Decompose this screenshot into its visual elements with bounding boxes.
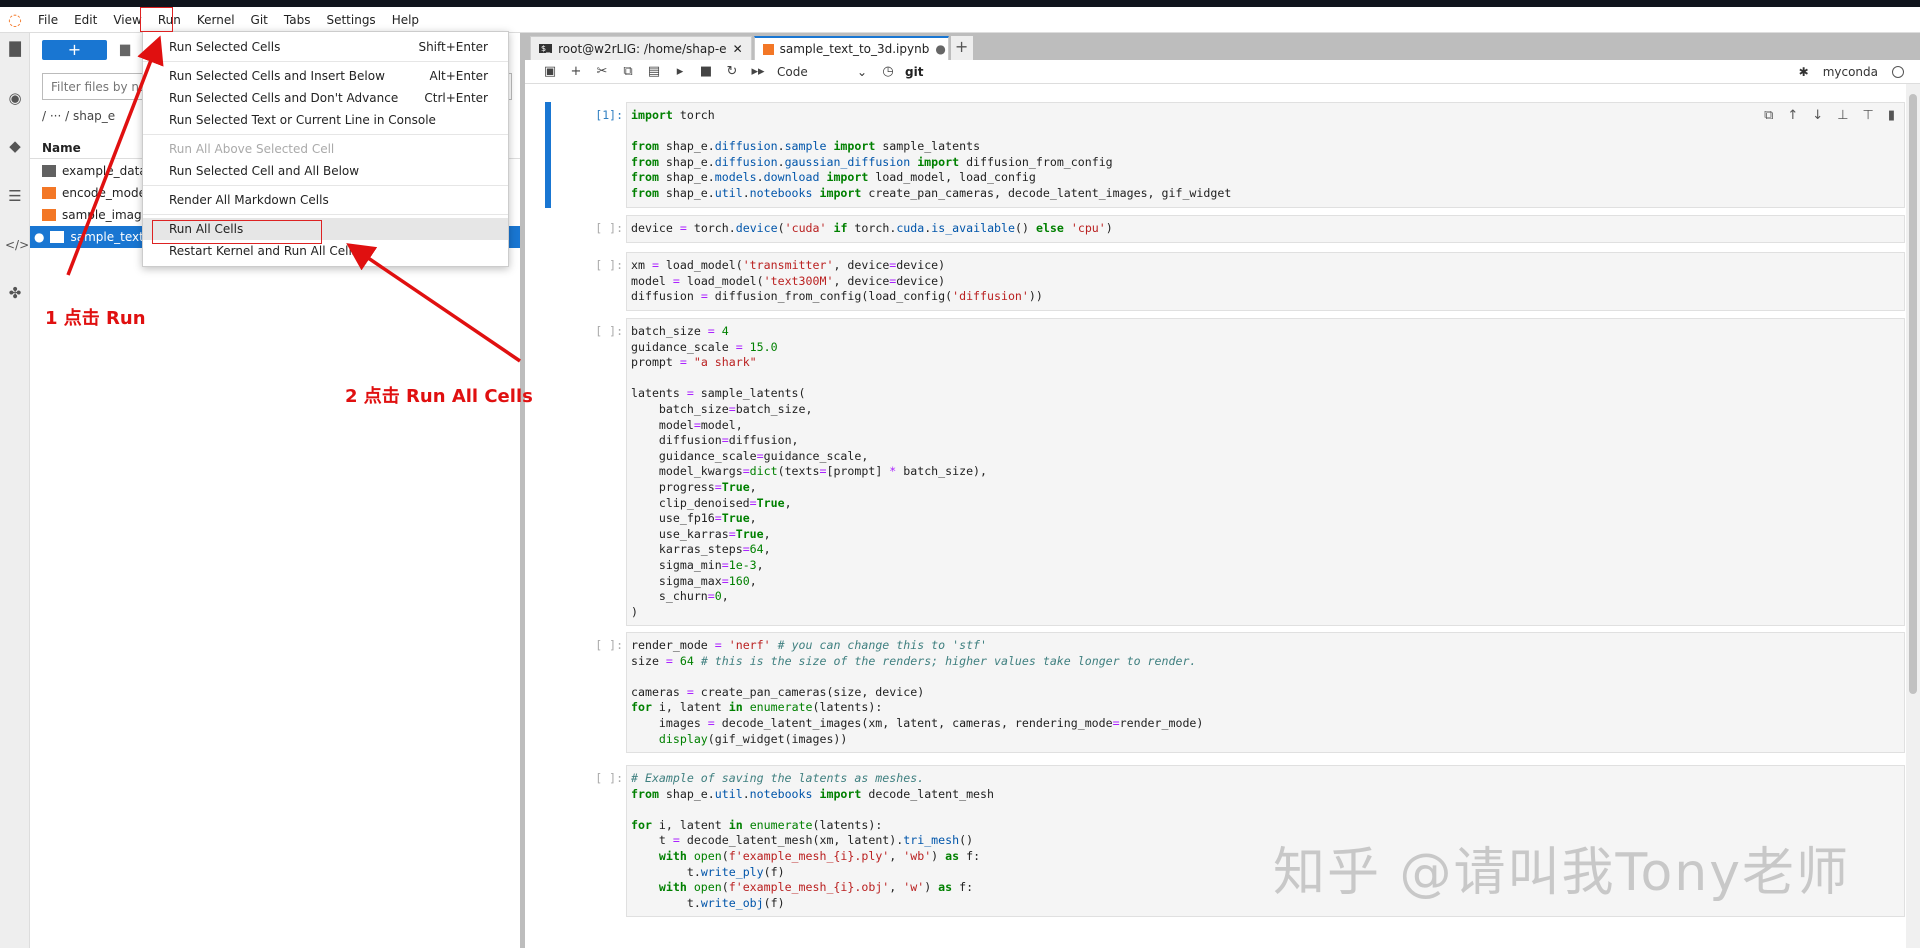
annotation-arrows <box>66 35 521 363</box>
annotation-step2: 2 点击 Run All Cells <box>345 386 533 407</box>
watermark: 知乎 @请叫我Tony老师 <box>1273 843 1851 903</box>
annotation-step1: 1 点击 Run <box>45 308 146 329</box>
arrow-to-run-menu <box>66 35 164 276</box>
arrow-to-run-all-cells <box>346 243 521 363</box>
